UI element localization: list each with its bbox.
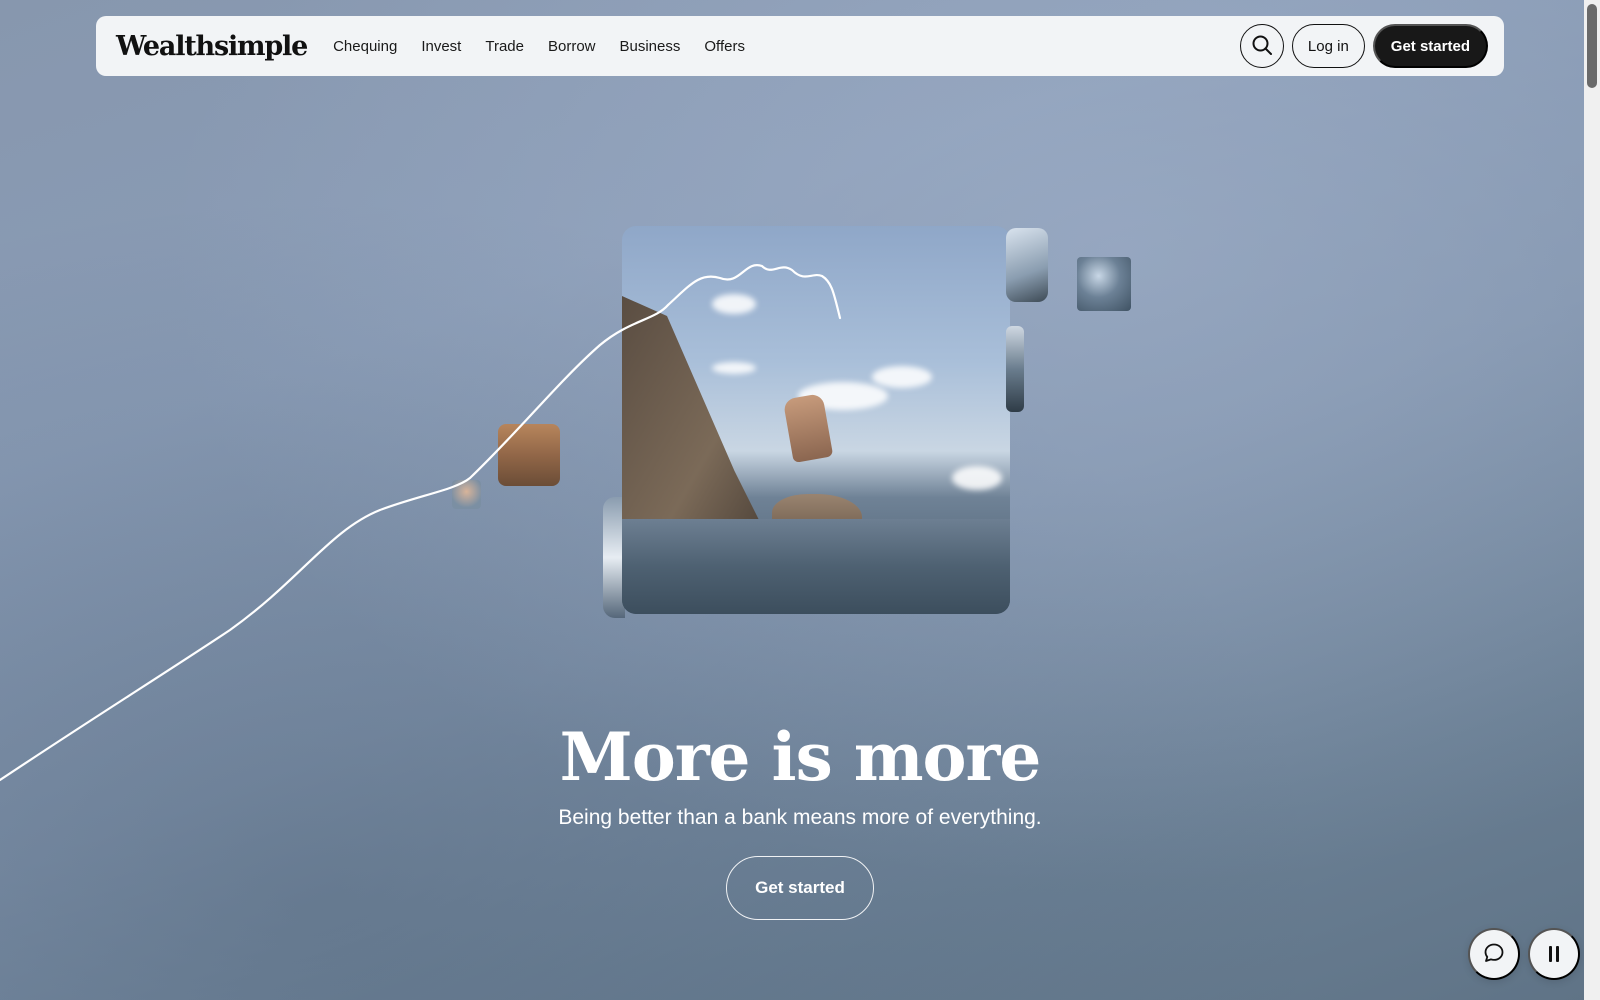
log-in-button[interactable]: Log in [1291, 24, 1365, 68]
thumbnail-photo-partial [1006, 326, 1024, 412]
scrollbar-track[interactable] [1584, 0, 1600, 1000]
hero-photo-cliff-jump [622, 226, 1010, 614]
hero-get-started-button[interactable]: Get started [726, 856, 874, 920]
photo-cloud [872, 366, 932, 388]
nav-get-started-button[interactable]: Get started [1372, 24, 1488, 68]
wealthsimple-logo[interactable]: Wealthsimple [116, 31, 308, 62]
thumbnail-photo-room [498, 424, 560, 486]
thumbnail-photo-sky [1006, 228, 1048, 302]
photo-cloud [712, 294, 756, 314]
top-nav: Wealthsimple Chequing Invest Trade Borro… [96, 16, 1504, 76]
photo-water [622, 519, 1010, 614]
nav-actions: Log in Get started [1239, 24, 1488, 68]
nav-link-business[interactable]: Business [620, 38, 681, 55]
pause-bar [1549, 946, 1552, 962]
nav-link-offers[interactable]: Offers [704, 38, 745, 55]
photo-rock-cliff [622, 296, 772, 546]
chat-button[interactable] [1468, 928, 1520, 980]
search-icon [1251, 34, 1273, 59]
scrollbar-thumb[interactable] [1587, 4, 1597, 88]
nav-link-invest[interactable]: Invest [421, 38, 461, 55]
thumbnail-photo-night [1077, 257, 1131, 311]
photo-cloud [952, 466, 1002, 490]
search-button[interactable] [1239, 24, 1284, 68]
hero-subtitle: Being better than a bank means more of e… [558, 806, 1042, 829]
nav-link-trade[interactable]: Trade [485, 38, 524, 55]
pause-bar [1556, 946, 1559, 962]
nav-links: Chequing Invest Trade Borrow Business Of… [333, 38, 745, 55]
pause-animation-button[interactable] [1528, 928, 1580, 980]
photo-cloud [712, 362, 756, 374]
nav-link-chequing[interactable]: Chequing [333, 38, 397, 55]
chat-bubble-icon [1482, 941, 1506, 968]
hero-title: More is more [559, 718, 1042, 796]
pause-icon [1547, 946, 1561, 962]
thumbnail-photo-small [452, 480, 481, 509]
nav-link-borrow[interactable]: Borrow [548, 38, 596, 55]
